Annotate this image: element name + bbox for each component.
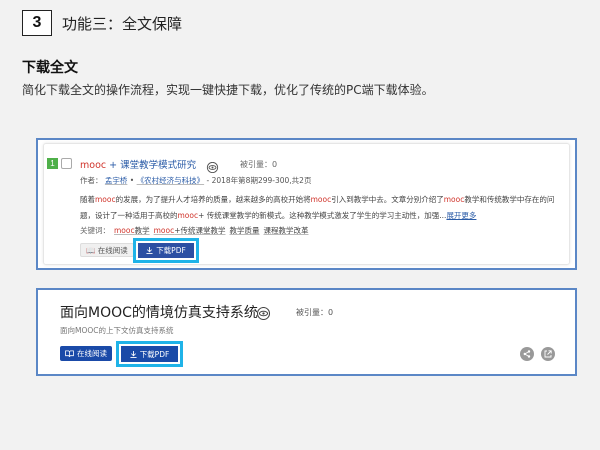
paper-subtitle: 面向MOOC的上下文仿真支持系统 (60, 326, 174, 335)
section-title: 功能三：全文保障 (62, 14, 183, 33)
download-pdf-button[interactable]: 下载PDF (138, 243, 194, 258)
abstract-segment: 的发展，为了提升人才培养的质量，越来越多的高校开始将 (115, 195, 311, 204)
keyword-text: 教学 (134, 226, 150, 235)
keyword-link[interactable]: mooc+传统课堂教学 (154, 226, 226, 235)
external-link-icon (544, 350, 552, 358)
paper-title: 面向MOOC的情境仿真支持系统 (60, 305, 258, 321)
eye-icon[interactable] (256, 303, 271, 322)
abstract-highlight: mooc (95, 195, 116, 204)
read-online-label: 在线阅读 (97, 246, 128, 255)
keyword-link[interactable]: 教学质量 (230, 226, 260, 235)
result-select-checkbox[interactable] (61, 158, 72, 169)
abstract-text: 随着mooc的发展，为了提升人才培养的质量，越来越多的高校开始将mooc引入到教… (80, 195, 554, 220)
section-header: 3 功能三：全文保障 (22, 10, 182, 36)
keyword-link[interactable]: mooc教学 (114, 226, 150, 235)
download-icon (130, 350, 137, 358)
expand-more-link[interactable]: 展开更多 (446, 211, 476, 220)
abstract-segment: + 传统课堂教学的新模式。这种教学模式激发了学生的学习主动性，加强... (198, 211, 447, 220)
citation-count: 被引量：0 (240, 159, 277, 170)
read-online-button[interactable]: 在线阅读 (60, 346, 112, 361)
share-icon (523, 350, 531, 358)
book-icon: 📖 (86, 246, 96, 255)
issue-info: - 2018年第8期299-300,共2页 (206, 176, 312, 185)
result-index-badge: 1 (47, 158, 58, 169)
citation-label: 被引量： (240, 160, 272, 169)
feature-description: 简化下载全文的操作流程，实现一键快捷下载，优化了传统的PC端下载体验。 (22, 83, 434, 97)
citation-label: 被引量： (296, 308, 328, 317)
citation-value: 0 (328, 308, 334, 317)
download-pdf-button[interactable]: 下载PDF (121, 346, 178, 362)
external-link-button[interactable] (541, 347, 555, 361)
read-online-button[interactable]: 📖 在线阅读 (80, 243, 134, 257)
abstract-highlight: mooc (310, 195, 332, 204)
keywords-label: 关键词： (80, 226, 110, 235)
result-meta: 作者： 孟宇桥 • 《农村经济与科技》 - 2018年第8期299-300,共2… (80, 175, 311, 186)
author-label: 作者： (80, 176, 103, 185)
section-number: 3 (22, 10, 52, 36)
journal-link[interactable]: 《农村经济与科技》 (137, 176, 205, 185)
paper-detail-screenshot: 面向MOOC的情境仿真支持系统 被引量：0 面向MOOC的上下文仿真支持系统 在… (36, 288, 577, 376)
keyword-text: 教学质量 (229, 226, 260, 235)
keywords-row: 关键词： mooc教学 mooc+传统课堂教学 教学质量 课程教学改革 (80, 225, 309, 236)
keyword-link[interactable]: 课程教学改革 (264, 226, 309, 235)
result-abstract: 随着mooc的发展，为了提升人才培养的质量，越来越多的高校开始将mooc引入到教… (80, 192, 568, 224)
title-text: + 课堂教学模式研究 (109, 160, 197, 171)
abstract-segment: 引入到教学中去。文章分别介绍了 (331, 195, 444, 204)
keywords-list: mooc教学 mooc+传统课堂教学 教学质量 课程教学改革 (110, 226, 309, 235)
result-title-link[interactable]: mooc + 课堂教学模式研究 (80, 157, 196, 171)
citation-count: 被引量：0 (296, 307, 333, 318)
abstract-segment: 随着 (80, 195, 95, 204)
abstract-highlight: mooc (443, 195, 465, 204)
keyword-text: 课程教学改革 (263, 226, 309, 235)
read-online-label: 在线阅读 (77, 349, 107, 358)
book-icon (65, 350, 74, 357)
abstract-highlight: mooc (177, 211, 199, 220)
keyword-highlight: mooc (153, 226, 175, 235)
author-link[interactable]: 孟宇桥 (105, 176, 128, 185)
result-card: 1 mooc + 课堂教学模式研究 被引量：0 作者： 孟宇桥 • 《农村经济与… (43, 143, 570, 265)
keyword-highlight: mooc (114, 226, 135, 235)
download-icon (146, 247, 153, 254)
share-button[interactable] (520, 347, 534, 361)
title-highlight: mooc (80, 160, 107, 171)
search-result-screenshot: 1 mooc + 课堂教学模式研究 被引量：0 作者： 孟宇桥 • 《农村经济与… (36, 138, 577, 270)
keyword-text: +传统课堂教学 (174, 226, 226, 235)
download-pdf-label: 下载PDF (156, 246, 186, 255)
feature-title: 下载全文 (22, 60, 78, 76)
download-pdf-label: 下载PDF (139, 349, 170, 359)
eye-icon[interactable] (206, 157, 219, 176)
citation-value: 0 (272, 160, 278, 169)
download-highlight-frame: 下载PDF (133, 238, 199, 263)
meta-separator: • (129, 176, 135, 185)
download-highlight-frame: 下载PDF (116, 341, 183, 367)
